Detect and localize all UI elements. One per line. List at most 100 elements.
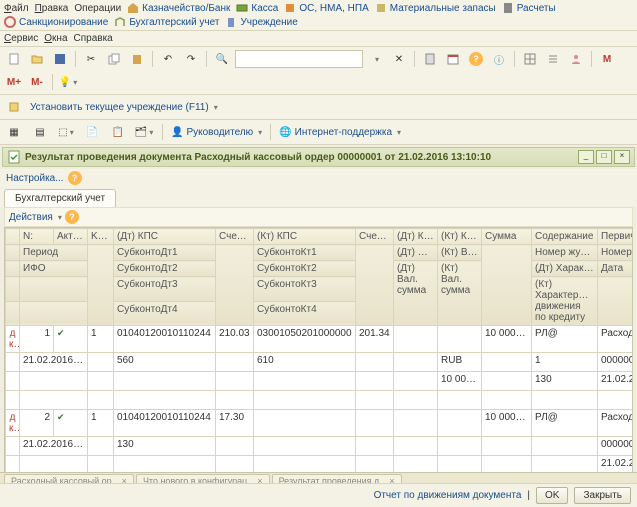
search-dropdown[interactable] bbox=[366, 49, 386, 69]
menu-sanct[interactable]: Санкционирование bbox=[4, 16, 108, 28]
col-kvs[interactable]: (Кт) Вал. сумма bbox=[438, 261, 482, 326]
grid[interactable]: N: Актив... KФO (Дт) КПС Счет Дт (Кт) КП… bbox=[4, 227, 633, 507]
actions-menu[interactable]: Действия bbox=[9, 212, 62, 223]
col-kfo[interactable]: KФO bbox=[88, 229, 114, 245]
col-sk1[interactable]: СубконтоКт1 bbox=[254, 245, 356, 261]
redo-icon[interactable]: ↷ bbox=[181, 49, 201, 69]
col-sk2[interactable]: СубконтоКт2 bbox=[254, 261, 356, 277]
col-ktqty[interactable]: (Кт) Коли... bbox=[438, 229, 482, 245]
table-row[interactable]: 10 000,0013021.02.2016 bbox=[6, 372, 634, 391]
col-dval[interactable]: (Дт) Вал... bbox=[394, 245, 438, 261]
menu-help[interactable]: Справка bbox=[74, 33, 113, 44]
col-sum[interactable]: Сумма bbox=[482, 229, 532, 245]
lamp-icon[interactable]: 💡 bbox=[58, 72, 78, 92]
col-content[interactable]: Содержание bbox=[532, 229, 598, 245]
col-sd3[interactable]: СубконтоДт3 bbox=[114, 277, 216, 302]
t1-icon[interactable]: ▦ bbox=[4, 122, 24, 142]
ruk-link[interactable]: 👤Руководителю bbox=[171, 127, 262, 138]
menu-stock[interactable]: Материальные запасы bbox=[375, 2, 496, 14]
col-sd1[interactable]: СубконтоДт1 bbox=[114, 245, 216, 261]
col-period[interactable]: Период bbox=[20, 245, 88, 261]
info-icon[interactable]: ⓘ bbox=[489, 49, 509, 69]
menu-file[interactable]: Файл bbox=[4, 3, 29, 14]
set-org-button[interactable]: Установить текущее учреждение (F11) bbox=[30, 102, 218, 113]
help-tool-icon[interactable]: ? bbox=[466, 49, 486, 69]
save-icon[interactable] bbox=[50, 49, 70, 69]
t6-icon[interactable]: 🗂 bbox=[134, 122, 154, 142]
inet-link[interactable]: 🌐Интернет-поддержка bbox=[279, 127, 401, 138]
calc-tool-icon[interactable] bbox=[420, 49, 440, 69]
t4-icon[interactable]: 📄 bbox=[82, 122, 102, 142]
ok-button[interactable]: OK bbox=[536, 487, 568, 504]
col-ifo[interactable]: ИФО bbox=[20, 261, 88, 277]
table-row[interactable] bbox=[6, 391, 634, 410]
col-ktkps[interactable]: (Кт) КПС bbox=[254, 229, 356, 245]
user-icon[interactable] bbox=[566, 49, 586, 69]
col-dchar[interactable]: (Дт) Характеристика дви... bbox=[532, 261, 598, 277]
col-prim[interactable]: Первичный докуме... bbox=[598, 229, 634, 245]
report-link[interactable]: Отчет по движениям документа bbox=[374, 490, 522, 501]
col-active[interactable]: Актив... bbox=[54, 229, 88, 245]
col-n[interactable]: N: bbox=[20, 229, 54, 245]
search-input[interactable] bbox=[235, 50, 363, 68]
menu-service[interactable]: Сервис bbox=[4, 33, 38, 44]
table-row[interactable]: дкт 21 0104012001011024417.30 10 000,00Р… bbox=[6, 410, 634, 437]
col-marker[interactable] bbox=[6, 229, 20, 245]
help-icon[interactable]: ? bbox=[68, 171, 82, 185]
menu-windows[interactable]: Окна bbox=[44, 33, 67, 44]
col-ktacc[interactable]: Счет Кт bbox=[356, 229, 394, 245]
menu-os[interactable]: ОС, НМА, НПА bbox=[284, 2, 368, 14]
menu-cash[interactable]: Касса bbox=[236, 2, 278, 14]
table-row[interactable]: 21.02.2016 13:1... 560610 RUB100000001 bbox=[6, 353, 634, 372]
menu-calc[interactable]: Расчеты bbox=[502, 2, 556, 14]
col-dtkps[interactable]: (Дт) КПС bbox=[114, 229, 216, 245]
menu-ops[interactable]: Операции bbox=[74, 3, 121, 14]
table-row[interactable]: дкт 11 01040120010110244210.030300105020… bbox=[6, 326, 634, 353]
col-num[interactable]: Номер bbox=[598, 245, 634, 261]
col-dtqty[interactable]: (Дт) Коли... bbox=[394, 229, 438, 245]
clear-icon[interactable]: ✕ bbox=[389, 49, 409, 69]
col-jrn[interactable]: Номер журнала bbox=[532, 245, 598, 261]
cut-icon[interactable]: ✂ bbox=[81, 49, 101, 69]
undo-icon[interactable]: ↶ bbox=[158, 49, 178, 69]
m-button[interactable]: M bbox=[597, 49, 617, 69]
menu-treasury[interactable]: Казначейство/Банк bbox=[127, 2, 230, 14]
t2-icon[interactable]: ▤ bbox=[30, 122, 50, 142]
actions-help-icon[interactable]: ? bbox=[65, 210, 79, 224]
m-plus-button[interactable]: M+ bbox=[4, 72, 24, 92]
grid-icon[interactable] bbox=[520, 49, 540, 69]
main-menu: Файл Правка Операции Казначейство/Банк К… bbox=[0, 0, 637, 31]
col-sd4[interactable]: СубконтоДт4 bbox=[114, 301, 216, 326]
menu-org[interactable]: Учреждение bbox=[225, 16, 297, 28]
t3-icon[interactable]: ⬚ bbox=[56, 122, 76, 142]
table-row[interactable]: 21.02.2016 13:1... 130 00000001 bbox=[6, 437, 634, 456]
open-icon[interactable] bbox=[27, 49, 47, 69]
col-sk3[interactable]: СубконтоКт3 bbox=[254, 277, 356, 302]
settings-link[interactable]: Настройка... bbox=[6, 173, 64, 184]
col-dtacc[interactable]: Счет Дт bbox=[216, 229, 254, 245]
org-set-icon[interactable] bbox=[4, 97, 24, 117]
col-date[interactable]: Дата bbox=[598, 261, 634, 277]
calendar-icon[interactable] bbox=[443, 49, 463, 69]
menu-acct[interactable]: Бухгалтерский учет bbox=[114, 16, 219, 28]
main-menu-2: Сервис Окна Справка bbox=[0, 31, 637, 47]
col-kchar[interactable]: (Кт) Характеристика движения по кредиту bbox=[532, 277, 598, 326]
col-dvs[interactable]: (Дт) Вал. сумма bbox=[394, 261, 438, 326]
col-sk4[interactable]: СубконтоКт4 bbox=[254, 301, 356, 326]
paste-icon[interactable] bbox=[127, 49, 147, 69]
menu-edit[interactable]: Правка bbox=[35, 3, 69, 14]
col-kval[interactable]: (Кт) Вал... bbox=[438, 245, 482, 261]
find-icon[interactable]: 🔍 bbox=[212, 49, 232, 69]
new-icon[interactable] bbox=[4, 49, 24, 69]
col-sd2[interactable]: СубконтоДт2 bbox=[114, 261, 216, 277]
close-form-button[interactable]: Закрыть bbox=[574, 487, 631, 504]
t5-icon[interactable]: 📋 bbox=[108, 122, 128, 142]
tab-accounting[interactable]: Бухгалтерский учет bbox=[4, 189, 116, 207]
copy-icon[interactable] bbox=[104, 49, 124, 69]
close-button[interactable]: × bbox=[614, 150, 630, 164]
maximize-button[interactable]: □ bbox=[596, 150, 612, 164]
m-minus-button[interactable]: M- bbox=[27, 72, 47, 92]
calc-icon bbox=[502, 2, 514, 14]
list-icon[interactable] bbox=[543, 49, 563, 69]
minimize-button[interactable]: _ bbox=[578, 150, 594, 164]
